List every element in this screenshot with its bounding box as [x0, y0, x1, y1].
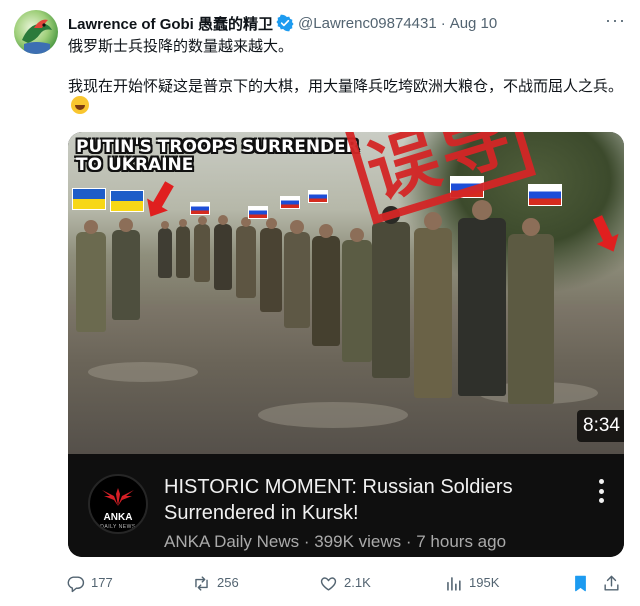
tweet-text-line-1: 俄罗斯士兵投降的数量越来越大。: [68, 37, 294, 55]
video-more-icon[interactable]: [592, 476, 610, 506]
puddle: [88, 362, 198, 382]
soldier-figure: [214, 215, 232, 290]
tweet-text: 俄罗斯士兵投降的数量越来越大。 我现在开始怀疑这是普京下的大棋，用大量降兵吃垮欧…: [68, 36, 628, 116]
video-title[interactable]: HISTORIC MOMENT: Russian Soldiers Surren…: [164, 474, 574, 526]
puddle: [258, 402, 408, 428]
reply-icon: [67, 575, 85, 592]
video-duration: 8:34: [577, 410, 624, 442]
soldier-figure: [372, 206, 410, 378]
share-icon: [604, 575, 619, 591]
soldier-figure: [236, 217, 256, 298]
channel-avatar[interactable]: ANKA DAILY NEWS: [88, 474, 148, 534]
display-name[interactable]: Lawrence of Gobi 愚蠢的精卫: [68, 13, 273, 34]
reply-count: 177: [91, 575, 113, 590]
repost-button[interactable]: 256: [192, 572, 239, 594]
like-button[interactable]: 2.1K: [319, 572, 371, 594]
soldier-figure: [158, 221, 172, 278]
video-card[interactable]: PUTIN'S TROOPS SURRENDER TO UKRAINE 误导 8…: [68, 132, 624, 557]
tweet-date[interactable]: Aug 10: [450, 15, 498, 32]
views-button[interactable]: 195K: [444, 572, 499, 594]
analytics-icon: [447, 576, 461, 591]
tweet-text-line-2: 我现在开始怀疑这是普京下的大棋，用大量降兵吃垮欧洲大粮仓，不战而屈人之兵。: [68, 77, 624, 95]
soldier-figure: [414, 212, 452, 398]
channel-logo-subtext: DAILY NEWS: [100, 524, 136, 530]
rolling-laughing-emoji-icon: [71, 96, 89, 114]
heart-icon: [320, 576, 337, 591]
tweet: Lawrence of Gobi 愚蠢的精卫 @Lawrenc09874431 …: [0, 0, 640, 606]
ukraine-flag-icon: [110, 190, 144, 212]
verified-badge-icon: [276, 14, 294, 32]
russia-flag-icon: [190, 202, 210, 215]
avatar-image: [22, 19, 52, 54]
video-overlay-title-line-2: TO UKRAINE: [76, 155, 194, 175]
share-button[interactable]: [602, 572, 627, 594]
avatar[interactable]: [14, 10, 58, 54]
like-count: 2.1K: [344, 575, 371, 590]
soldier-figure: [112, 218, 140, 320]
repost-icon: [195, 575, 208, 591]
tweet-actions: 177 256 2.1K 195K: [66, 572, 626, 594]
ukraine-flag-icon: [72, 188, 106, 210]
red-arrow-icon: [152, 181, 174, 209]
soldier-figure: [76, 220, 106, 332]
video-thumbnail[interactable]: PUTIN'S TROOPS SURRENDER TO UKRAINE 误导 8…: [68, 132, 624, 454]
video-meta: ANKA Daily News · 399K views · 7 hours a…: [164, 532, 507, 551]
views-count: 195K: [469, 575, 500, 590]
soldier-figure: [312, 224, 340, 346]
russia-flag-icon: [528, 184, 562, 206]
russia-flag-icon: [280, 196, 300, 209]
repost-count: 256: [217, 575, 239, 590]
video-overlay-title: PUTIN'S TROOPS SURRENDER TO UKRAINE: [76, 138, 359, 174]
russia-flag-icon: [308, 190, 328, 203]
soldier-figure: [508, 218, 554, 404]
bookmark-button[interactable]: [571, 572, 596, 594]
soldier-figure: [260, 218, 282, 312]
separator: ·: [440, 14, 446, 32]
soldier-figure: [176, 219, 190, 278]
russia-flag-icon: [248, 206, 268, 219]
soldier-figure: [342, 228, 372, 362]
tweet-header: Lawrence of Gobi 愚蠢的精卫 @Lawrenc09874431 …: [68, 10, 626, 34]
soldier-figure: [194, 216, 210, 282]
reply-button[interactable]: 177: [66, 572, 113, 594]
soldier-figure: [458, 200, 506, 396]
bookmark-icon: [575, 575, 586, 591]
more-icon[interactable]: ···: [605, 10, 626, 31]
handle[interactable]: @Lawrenc09874431: [298, 15, 437, 32]
video-overlay-title-line-1: PUTIN'S TROOPS SURRENDER: [76, 137, 359, 157]
channel-logo-text: ANKA: [103, 512, 133, 523]
eagle-icon: [102, 488, 134, 506]
video-info[interactable]: ANKA DAILY NEWS HISTORIC MOMENT: Russian…: [68, 454, 624, 557]
soldier-figure: [284, 220, 310, 328]
